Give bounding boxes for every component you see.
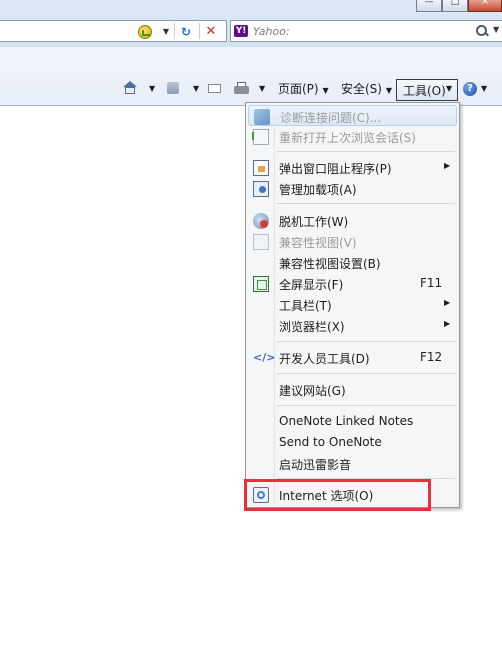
menu-item-developer-tools[interactable]: </> 开发人员工具(D) F12 bbox=[248, 347, 457, 368]
menu-item-launch-xunlei[interactable]: 启动迅雷影音 bbox=[248, 453, 457, 474]
compatibility-view-icon[interactable] bbox=[138, 25, 152, 39]
menu-separator bbox=[277, 405, 455, 406]
menu-item-onenote-linked-notes[interactable]: OneNote Linked Notes bbox=[248, 411, 457, 432]
help-dropdown-icon[interactable]: ▼ bbox=[481, 80, 487, 98]
search-dropdown-icon[interactable]: ▼ bbox=[493, 25, 499, 34]
highlight-annotation-box bbox=[244, 479, 431, 511]
submenu-arrow-icon: ▶ bbox=[444, 161, 451, 170]
address-input-box[interactable]: ▼ ↻ ✕ bbox=[0, 20, 227, 42]
menu-separator bbox=[277, 373, 455, 374]
add-ons-icon bbox=[253, 181, 269, 197]
menu-item-manage-addons[interactable]: 管理加载项(A) bbox=[248, 178, 457, 199]
reopen-session-icon bbox=[252, 129, 269, 145]
menu-item-diagnose[interactable]: 诊断连接问题(C)... bbox=[248, 105, 457, 126]
feeds-dropdown-icon[interactable]: ▼ bbox=[193, 80, 199, 98]
maximize-button[interactable]: □ bbox=[442, 0, 468, 12]
diagnose-icon bbox=[254, 109, 270, 125]
divider bbox=[174, 23, 175, 39]
close-window-button[interactable]: ✕ bbox=[468, 0, 502, 12]
refresh-icon[interactable]: ↻ bbox=[179, 25, 193, 39]
mail-icon[interactable] bbox=[208, 84, 221, 93]
menu-item-reopen-session[interactable]: 重新打开上次浏览会话(S) bbox=[248, 126, 457, 147]
stop-icon[interactable]: ✕ bbox=[204, 25, 218, 39]
search-input[interactable] bbox=[253, 23, 463, 39]
tools-menu: 诊断连接问题(C)... 重新打开上次浏览会话(S) 弹出窗口阻止程序(P) ▶… bbox=[245, 102, 460, 508]
print-icon[interactable] bbox=[234, 82, 249, 95]
menu-item-fullscreen[interactable]: 全屏显示(F) F11 bbox=[248, 273, 457, 294]
address-dropdown-icon[interactable]: ▼ bbox=[161, 25, 171, 39]
popup-blocker-icon bbox=[253, 160, 269, 176]
search-box[interactable]: Y! ▼ bbox=[230, 20, 502, 42]
menu-item-suggested-sites[interactable]: 建议网站(G) bbox=[248, 379, 457, 400]
window-controls: — □ ✕ bbox=[416, 0, 502, 12]
print-dropdown-icon[interactable]: ▼ bbox=[259, 80, 265, 98]
submenu-arrow-icon: ▶ bbox=[444, 298, 451, 307]
menu-separator bbox=[277, 203, 455, 204]
yahoo-logo-icon: Y! bbox=[234, 25, 248, 37]
minimize-button[interactable]: — bbox=[416, 0, 442, 12]
menu-item-work-offline[interactable]: 脱机工作(W) bbox=[248, 210, 457, 231]
menu-item-popup-blocker[interactable]: 弹出窗口阻止程序(P) ▶ bbox=[248, 157, 457, 178]
help-icon[interactable]: ? bbox=[463, 82, 477, 96]
developer-tools-icon: </> bbox=[253, 351, 276, 364]
menu-item-compat-view-settings[interactable]: 兼容性视图设置(B) bbox=[248, 252, 457, 273]
home-icon[interactable] bbox=[123, 81, 137, 95]
fullscreen-icon bbox=[253, 276, 269, 292]
menu-separator bbox=[277, 341, 455, 342]
menu-item-compat-view[interactable]: 兼容性视图(V) bbox=[248, 231, 457, 252]
compat-view-icon bbox=[253, 234, 269, 250]
menu-item-toolbars[interactable]: 工具栏(T) ▶ bbox=[248, 294, 457, 315]
menu-item-explorer-bars[interactable]: 浏览器栏(X) ▶ bbox=[248, 315, 457, 336]
tools-menu-button[interactable]: 工具(O) ▼ bbox=[396, 79, 458, 101]
page-menu-button[interactable]: 页面(P) ▼ bbox=[278, 80, 329, 98]
safety-menu-button[interactable]: 安全(S) ▼ bbox=[341, 80, 392, 98]
address-bar-region: — □ ✕ ▼ ↻ ✕ Y! ▼ bbox=[0, 0, 502, 47]
feeds-icon[interactable] bbox=[167, 82, 179, 94]
menu-item-send-to-onenote[interactable]: Send to OneNote bbox=[248, 432, 457, 453]
menu-separator bbox=[277, 151, 455, 152]
divider bbox=[199, 23, 200, 39]
work-offline-icon bbox=[253, 213, 269, 229]
submenu-arrow-icon: ▶ bbox=[444, 319, 451, 328]
search-icon[interactable] bbox=[475, 24, 489, 38]
home-dropdown-icon[interactable]: ▼ bbox=[149, 80, 155, 98]
